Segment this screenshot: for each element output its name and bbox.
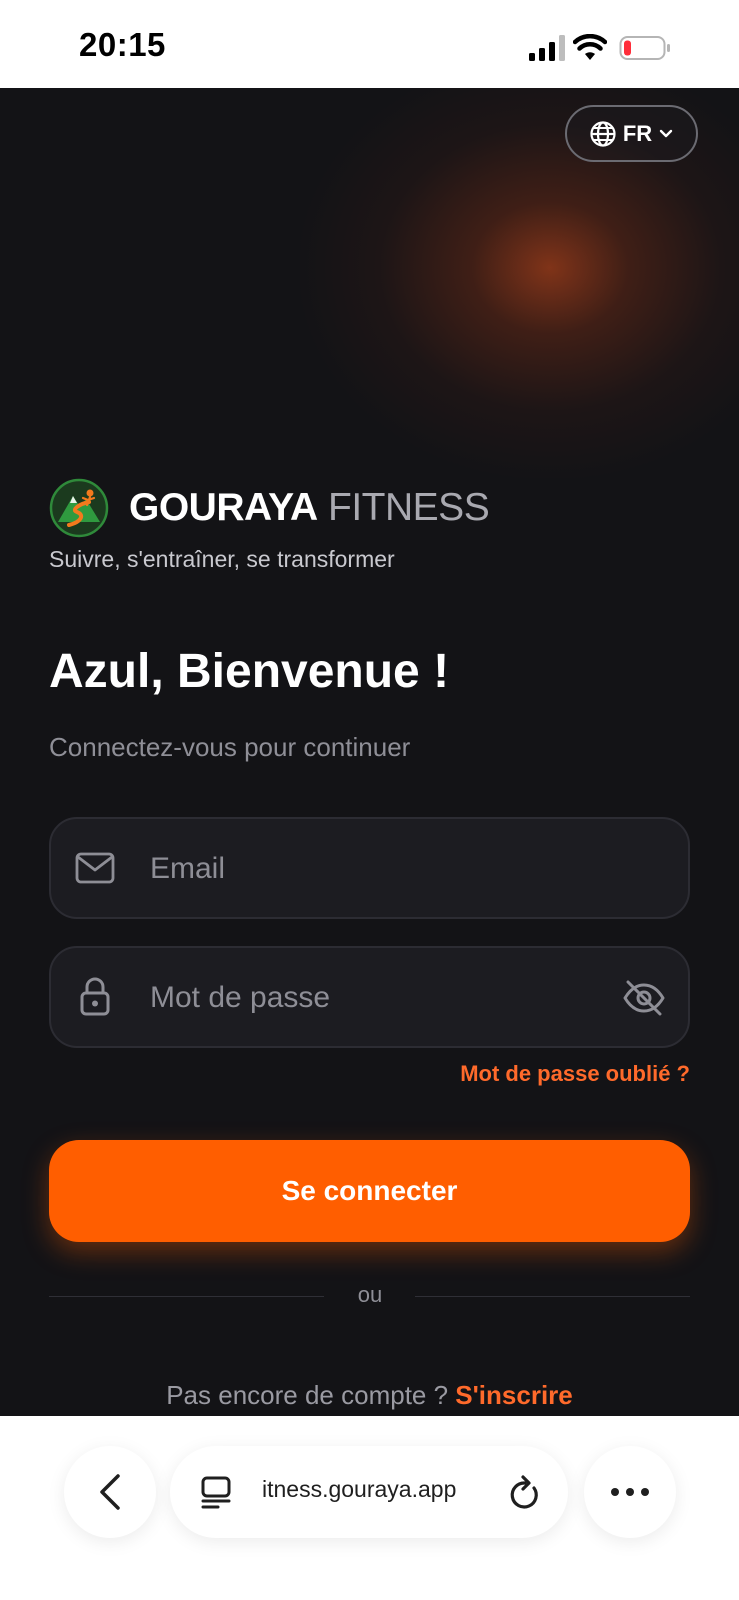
battery-icon <box>619 36 670 60</box>
chevron-left-icon <box>100 1474 120 1510</box>
login-screen: FR GOURAYA FITNESS Suivre, s'entraîner, … <box>0 88 739 1416</box>
signup-prompt: Pas encore de compte ? <box>166 1380 456 1410</box>
reload-icon[interactable] <box>508 1474 542 1512</box>
welcome-subtitle: Connectez-vous pour continuer <box>49 732 411 762</box>
chevron-down-icon <box>659 129 673 137</box>
status-time: 20:15 <box>79 26 166 63</box>
email-field[interactable] <box>49 817 690 919</box>
lock-icon <box>80 977 110 1016</box>
status-bar: 20:15 <box>0 0 739 88</box>
tabs-icon <box>201 1476 231 1509</box>
more-icon <box>611 1488 649 1496</box>
url-text: itness.gouraya.app <box>262 1476 457 1502</box>
email-input[interactable] <box>148 819 592 919</box>
signup-row: Pas encore de compte ? S'inscrire <box>0 1380 739 1411</box>
forgot-password-link[interactable]: Mot de passe oublié ? <box>460 1061 690 1087</box>
language-selector[interactable]: FR <box>565 105 698 162</box>
password-field[interactable] <box>49 946 690 1048</box>
wifi-icon <box>573 34 607 60</box>
brand-name-secondary: FITNESS <box>317 486 490 529</box>
back-button[interactable] <box>64 1446 156 1538</box>
eye-off-icon[interactable] <box>622 978 666 1018</box>
welcome-title: Azul, Bienvenue ! <box>49 645 450 698</box>
brand-logo <box>49 478 109 538</box>
browser-toolbar: itness.gouraya.app <box>0 1416 739 1600</box>
divider-line-left <box>49 1296 324 1297</box>
signal-icon <box>529 35 565 61</box>
language-label: FR <box>622 120 653 146</box>
brand-name: GOURAYA FITNESS <box>129 486 490 530</box>
password-input[interactable] <box>148 948 592 1048</box>
globe-icon <box>590 120 616 147</box>
login-button[interactable]: Se connecter <box>49 1140 690 1242</box>
brand-tagline: Suivre, s'entraîner, se transformer <box>49 546 395 572</box>
signup-link[interactable]: S'inscrire <box>455 1380 572 1410</box>
brand-name-primary: GOURAYA <box>129 486 318 529</box>
address-bar[interactable]: itness.gouraya.app <box>170 1446 568 1538</box>
mail-icon <box>75 852 115 884</box>
divider-label: ou <box>357 1282 383 1307</box>
divider-line-right <box>415 1296 690 1297</box>
brand: GOURAYA FITNESS <box>49 478 490 538</box>
more-options-button[interactable] <box>584 1446 676 1538</box>
